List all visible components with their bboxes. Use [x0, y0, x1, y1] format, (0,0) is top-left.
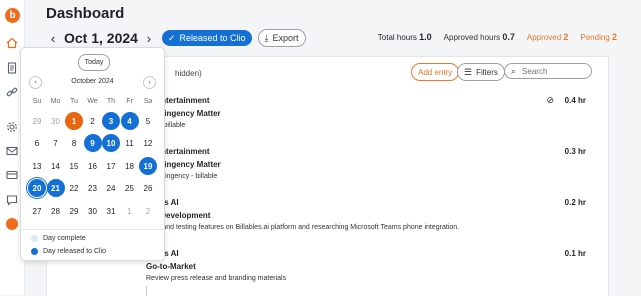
add-entry-button[interactable]: Add entry: [411, 63, 460, 81]
gear-icon[interactable]: [6, 121, 18, 133]
complete-dot-icon: [31, 235, 38, 242]
search-box[interactable]: ⌕: [504, 63, 595, 79]
weekday-label: Mo: [50, 98, 61, 105]
weekday-label: Fr: [126, 98, 133, 105]
approved-count[interactable]: Approved 2: [527, 32, 569, 42]
weekday-label: We: [87, 98, 98, 105]
download-icon: ⤓: [264, 32, 269, 43]
filter-icon: ☰: [464, 66, 473, 77]
divider: [21, 229, 164, 230]
app-logo[interactable]: b: [5, 8, 20, 23]
chat-icon[interactable]: [6, 194, 18, 206]
calendar-day[interactable]: 24: [102, 179, 120, 197]
search-icon: ⌕: [511, 65, 517, 76]
calendar-day[interactable]: 28: [47, 202, 65, 220]
pending-count[interactable]: Pending 2: [580, 32, 617, 42]
chevron-right-icon[interactable]: ›: [142, 31, 156, 46]
calendar-day[interactable]: 7: [47, 134, 65, 152]
link-icon[interactable]: [6, 86, 18, 98]
legend-released: Day released to Clio: [31, 248, 106, 255]
calendar-day[interactable]: 11: [121, 134, 139, 152]
current-date[interactable]: Oct 1, 2024: [64, 30, 138, 46]
calendar-day[interactable]: 30: [47, 112, 65, 130]
export-label: Export: [272, 33, 299, 43]
calendar-day[interactable]: 30: [84, 202, 102, 220]
check-circle-icon: ✓: [167, 32, 176, 43]
mail-icon[interactable]: [6, 145, 18, 157]
next-month-button[interactable]: ›: [143, 76, 156, 89]
hours-summary: Total hours 1.0 Approved hours 0.7 Appro…: [378, 32, 617, 42]
calendar-day[interactable]: 27: [28, 202, 46, 220]
legend-complete: Day complete: [31, 235, 86, 242]
calendar-day[interactable]: 26: [139, 179, 157, 197]
calendar-day[interactable]: 16: [84, 157, 102, 175]
calendar-day[interactable]: 3: [102, 112, 120, 130]
calendar-day[interactable]: 15: [65, 157, 83, 175]
released-label: Released to Clio: [179, 33, 246, 43]
weekday-label: Su: [32, 98, 42, 105]
calendar-day[interactable]: 20: [28, 179, 46, 197]
date-navigator: ‹ Oct 1, 2024 › ✓ Released to Clio ⤓ Exp…: [46, 28, 306, 48]
today-button[interactable]: Today: [78, 54, 110, 71]
document-icon[interactable]: [6, 62, 18, 74]
entry-row[interactable]: ar Entertainment Contingency Matter g no…: [146, 95, 606, 129]
weekday-label: Tu: [70, 98, 78, 105]
calendar-day[interactable]: 6: [28, 134, 46, 152]
calendar-day[interactable]: 29: [28, 112, 46, 130]
home-icon[interactable]: [6, 37, 18, 49]
approved-hours: Approved hours 0.7: [443, 32, 515, 42]
calendar-day[interactable]: 4: [120, 112, 139, 130]
released-to-clio-button[interactable]: ✓ Released to Clio: [161, 30, 252, 46]
calendar-day[interactable]: 1: [121, 202, 139, 220]
calendar-day[interactable]: 21: [46, 179, 65, 197]
entry-row[interactable]: lables AI uct Development wing and testi…: [146, 198, 606, 231]
nonbillable-icon: ⊘: [546, 95, 554, 105]
calendar-day[interactable]: 2: [139, 202, 157, 220]
entry-row[interactable]: lables AI Go-to-Market Review press rele…: [146, 249, 606, 282]
calendar-day[interactable]: 19: [139, 157, 157, 175]
calendar-day[interactable]: 18: [121, 157, 139, 175]
page-title: Dashboard: [46, 5, 125, 22]
avatar[interactable]: [6, 218, 18, 230]
calendar-day[interactable]: 12: [139, 134, 157, 152]
search-input[interactable]: [520, 65, 595, 77]
calendar-day[interactable]: 1: [65, 112, 83, 130]
entry-row[interactable]: ar Entertainment Contingency Matter g co…: [146, 147, 606, 180]
chevron-left-icon[interactable]: ‹: [46, 31, 60, 46]
calendar-popover: Today ‹ October 2024 › Su Mo Tu We Th Fr Sa 29…: [20, 47, 165, 261]
calendar-day[interactable]: 23: [84, 179, 102, 197]
weekday-label: Th: [106, 98, 116, 105]
export-button[interactable]: ⤓ Export: [257, 29, 306, 47]
calendar-day[interactable]: 29: [65, 202, 83, 220]
calendar-day[interactable]: 8: [65, 134, 83, 152]
calendar-day[interactable]: 17: [102, 157, 120, 175]
card-icon[interactable]: [6, 169, 18, 181]
filters-button[interactable]: ☰ Filters: [457, 63, 505, 81]
weekday-label: Sa: [143, 98, 153, 105]
calendar-day[interactable]: 10: [102, 134, 120, 152]
calendar-day[interactable]: 9: [83, 134, 102, 152]
calendar-day[interactable]: 25: [121, 179, 139, 197]
released-dot-icon: [31, 248, 38, 255]
calendar-day[interactable]: 13: [28, 157, 46, 175]
calendar-day[interactable]: 22: [65, 179, 83, 197]
calendar-day[interactable]: 31: [102, 202, 120, 220]
calendar-day[interactable]: 2: [84, 112, 102, 130]
total-hours: Total hours 1.0: [377, 32, 432, 42]
calendar-day[interactable]: 14: [47, 157, 65, 175]
hidden-note: hidden): [175, 69, 202, 78]
calendar-day[interactable]: 5: [139, 112, 157, 130]
